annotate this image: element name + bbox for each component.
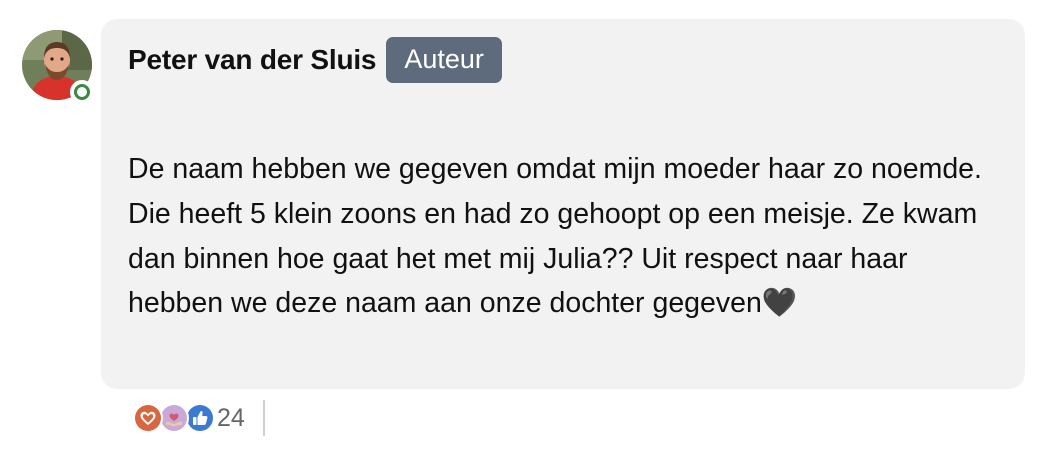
comment-bubble: Peter van der Sluis Auteur De naam hebbe… xyxy=(101,19,1025,389)
online-status-icon xyxy=(70,80,94,104)
author-badge: Auteur xyxy=(386,37,502,83)
celebrate-reaction-icon xyxy=(159,403,189,433)
comment-header: Peter van der Sluis Auteur xyxy=(128,37,502,83)
reaction-count[interactable]: 24 xyxy=(217,404,245,433)
comment-text: De naam hebben we gegeven omdat mijn moe… xyxy=(128,153,982,320)
reactions-divider xyxy=(262,400,265,436)
reaction-icons-group[interactable] xyxy=(133,402,219,434)
comment-container: Peter van der Sluis Auteur De naam hebbe… xyxy=(0,0,1042,454)
author-avatar-wrapper[interactable] xyxy=(22,30,94,104)
like-reaction-icon xyxy=(185,403,215,433)
author-name-link[interactable]: Peter van der Sluis xyxy=(128,44,377,76)
reactions-bar[interactable]: 24 xyxy=(133,400,265,436)
heart-reaction-icon xyxy=(133,403,163,433)
